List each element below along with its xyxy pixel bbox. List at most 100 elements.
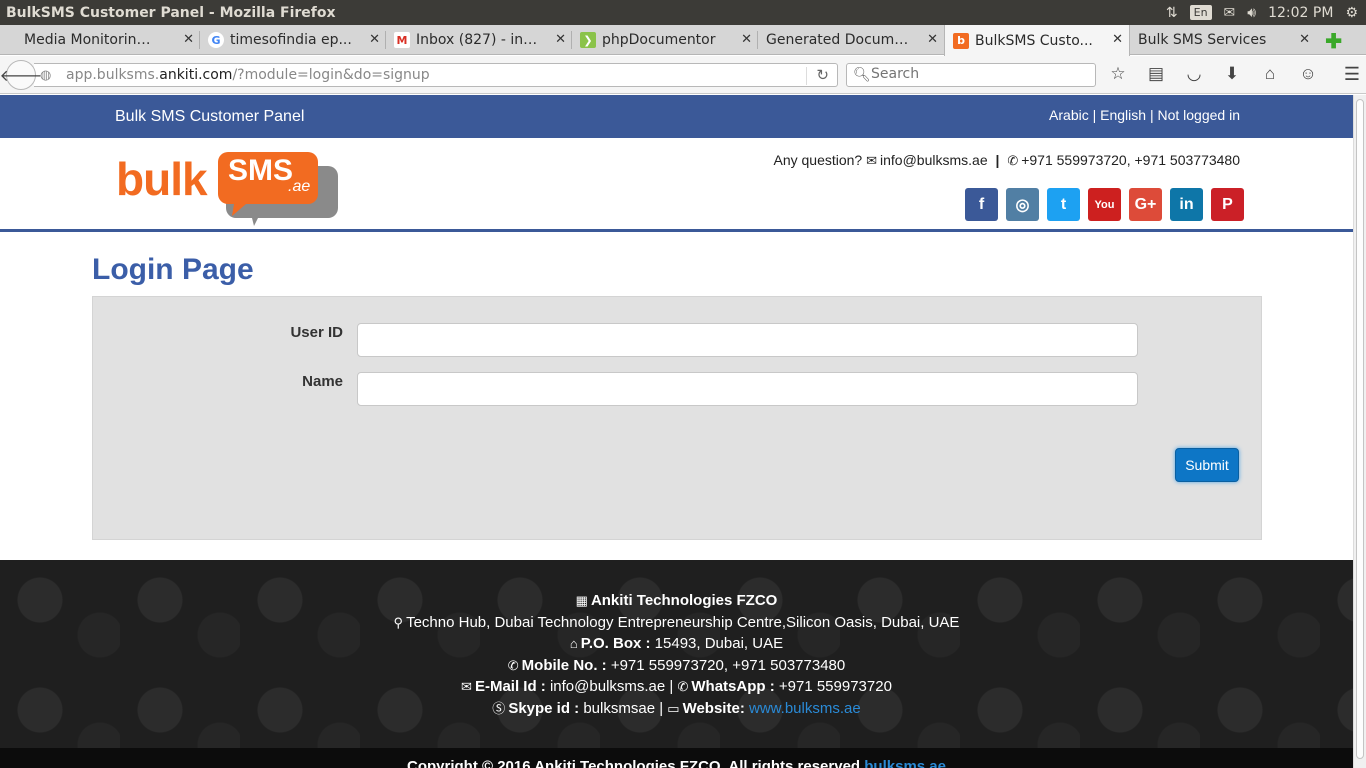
- login-status: Not logged in: [1157, 107, 1240, 123]
- footer-pobox-line: ⌂ P.O. Box : 15493, Dubai, UAE: [0, 633, 1353, 655]
- tab-close-icon[interactable]: ✕: [555, 32, 566, 47]
- tab-phpdocumentor[interactable]: ❯ phpDocumentor ✕: [572, 25, 758, 55]
- google-favicon-icon: G: [208, 32, 224, 48]
- tab-close-icon[interactable]: ✕: [1112, 32, 1123, 47]
- user-id-input[interactable]: [357, 323, 1138, 357]
- website-label: Website:: [682, 699, 745, 717]
- envelope-icon: ✉: [461, 679, 472, 694]
- search-bar[interactable]: 🔍︎: [846, 63, 1096, 87]
- pocket-icon[interactable]: ◡: [1184, 64, 1204, 84]
- email-value: info@bulksms.ae: [549, 678, 666, 695]
- whatsapp-icon: ✆: [677, 679, 689, 694]
- footer-mobile-line: ✆ Mobile No. : +971 559973720, +971 50377…: [0, 655, 1353, 677]
- footer-skype-line: Ⓢ Skype id : bulksmsae | ▭ Website: www.bu…: [492, 699, 861, 717]
- mobile-value: +971 559973720, +971 503773480: [610, 656, 846, 674]
- user-id-label: User ID: [290, 324, 343, 341]
- tab-label: Bulk SMS Services: [1138, 32, 1267, 48]
- map-marker-icon: ⚲: [393, 614, 404, 630]
- chat-icon[interactable]: ☺: [1298, 64, 1318, 84]
- hamburger-menu-icon[interactable]: ☰: [1344, 64, 1360, 85]
- logo-sms-text: SMS: [228, 154, 294, 187]
- linkedin-icon[interactable]: in: [1170, 188, 1203, 221]
- footer-company-line: ▦ Ankiti Technologies FZCO: [0, 590, 1353, 612]
- navigation-bar: ◍ app.bulksms.ankiti.com/?module=login&d…: [0, 56, 1366, 94]
- panel-title: Bulk SMS Customer Panel: [115, 108, 305, 125]
- company-name: Ankiti Technologies FZCO: [590, 592, 778, 609]
- tab-label: timesofindia ep...: [230, 32, 352, 48]
- search-input[interactable]: [871, 66, 1091, 82]
- skype-value: bulksmsae: [583, 699, 656, 717]
- url-text[interactable]: app.bulksms.ankiti.com/?module=login&do=…: [66, 67, 430, 83]
- twitter-icon[interactable]: t: [1047, 188, 1080, 221]
- tab-close-icon[interactable]: ✕: [369, 32, 380, 47]
- footer-lines: ▦ Ankiti Technologies FZCO ⚲ Techno Hub, D…: [0, 590, 1353, 719]
- keyboard-language-indicator[interactable]: En: [1189, 5, 1212, 20]
- phone-icon: ✆: [1007, 153, 1019, 168]
- copyright-bar: Copyright © 2016 Ankiti Technologies FZC…: [0, 748, 1353, 768]
- volume-icon[interactable]: 🔊︎: [1247, 5, 1256, 21]
- arabic-link[interactable]: Arabic: [1049, 107, 1089, 123]
- phpdoc-favicon-icon: ❯: [580, 32, 596, 48]
- social-links: f ◎ t You G+ in P: [965, 188, 1244, 221]
- tab-close-icon[interactable]: ✕: [741, 32, 752, 47]
- contact-email[interactable]: info@bulksms.ae: [880, 152, 988, 168]
- gmail-favicon-icon: M: [394, 32, 410, 48]
- website-link[interactable]: www.bulksms.ae: [749, 700, 861, 717]
- url-bar[interactable]: ◍ app.bulksms.ankiti.com/?module=login&d…: [34, 63, 838, 87]
- search-icon: 🔍︎: [853, 66, 871, 82]
- po-box-value: 15493, Dubai, UAE: [654, 635, 784, 652]
- network-icon[interactable]: ⇅: [1166, 5, 1178, 21]
- google-plus-icon[interactable]: G+: [1129, 188, 1162, 221]
- scrollbar-thumb[interactable]: [1356, 99, 1364, 759]
- tab-label: Media Monitoring T...: [24, 32, 158, 48]
- link-separator: |: [1092, 107, 1097, 123]
- mail-icon[interactable]: ✉: [1224, 5, 1236, 21]
- instagram-icon[interactable]: ◎: [1006, 188, 1039, 221]
- download-icon[interactable]: ⬇: [1222, 64, 1242, 84]
- bookmark-star-icon[interactable]: ☆: [1108, 64, 1128, 84]
- reload-icon[interactable]: ↻: [816, 66, 829, 84]
- tab-media-monitoring[interactable]: Media Monitoring T... ✕: [0, 25, 200, 55]
- submit-button[interactable]: Submit: [1175, 448, 1239, 482]
- tab-label: phpDocumentor: [602, 32, 716, 48]
- tab-bulk-sms-services[interactable]: Bulk SMS Services ✕: [1130, 25, 1316, 55]
- facebook-icon[interactable]: f: [965, 188, 998, 221]
- tab-timesofindia[interactable]: G timesofindia ep... ✕: [200, 25, 386, 55]
- settings-gear-icon[interactable]: ⚙: [1345, 5, 1358, 21]
- reading-list-icon[interactable]: ▤: [1146, 64, 1166, 84]
- new-tab-plus-icon[interactable]: ✚: [1325, 29, 1342, 54]
- tab-bulksms-customer-panel[interactable]: b BulkSMS Custo... ✕: [944, 25, 1130, 56]
- phone-icon: ✆: [507, 657, 519, 673]
- youtube-icon[interactable]: You: [1088, 188, 1121, 221]
- back-button[interactable]: 🡐: [0, 60, 42, 90]
- tab-generated-documentation[interactable]: Generated Docume... ✕: [758, 25, 944, 55]
- url-prefix: app.bulksms.: [66, 67, 160, 83]
- english-link[interactable]: English: [1100, 107, 1146, 123]
- tab-close-icon[interactable]: ✕: [1299, 32, 1310, 47]
- tab-bar: Media Monitoring T... ✕ G timesofindia e…: [0, 25, 1366, 56]
- pinterest-icon[interactable]: P: [1211, 188, 1244, 221]
- footer-address-line: ⚲ Techno Hub, Dubai Technology Entreprene…: [0, 612, 1353, 634]
- copyright-link[interactable]: bulksms.ae: [864, 758, 946, 768]
- copyright-text: Copyright © 2016 Ankiti Technologies FZC…: [407, 758, 861, 768]
- bulksms-logo[interactable]: bulk SMS .ae: [116, 148, 341, 226]
- tab-label: BulkSMS Custo...: [975, 32, 1093, 49]
- window-title: BulkSMS Customer Panel - Mozilla Firefox: [6, 4, 336, 21]
- tab-close-icon[interactable]: ✕: [183, 32, 194, 47]
- clock[interactable]: 12:02 PM: [1268, 5, 1333, 21]
- toolbar-icons: ☆ ▤ ◡ ⬇ ⌂ ☺: [1108, 64, 1318, 84]
- skype-label: Skype id :: [508, 699, 580, 717]
- page-scrollbar[interactable]: [1353, 95, 1366, 768]
- tab-close-icon[interactable]: ✕: [927, 32, 938, 47]
- tab-inbox[interactable]: M Inbox (827) - indr... ✕: [386, 25, 572, 55]
- name-input[interactable]: [357, 372, 1138, 406]
- skype-icon: Ⓢ: [492, 700, 506, 716]
- po-box-label: P.O. Box :: [580, 635, 651, 652]
- link-separator: |: [1149, 107, 1154, 123]
- tab-label: Generated Docume...: [766, 32, 916, 48]
- bulksms-favicon-icon: b: [953, 32, 969, 49]
- login-form: User ID Name Submit: [92, 296, 1262, 540]
- url-suffix: /?module=login&do=signup: [232, 67, 430, 83]
- home-icon[interactable]: ⌂: [1260, 64, 1280, 84]
- contact-info: Any question? ✉ info@bulksms.ae | ✆ +971 5…: [773, 152, 1240, 169]
